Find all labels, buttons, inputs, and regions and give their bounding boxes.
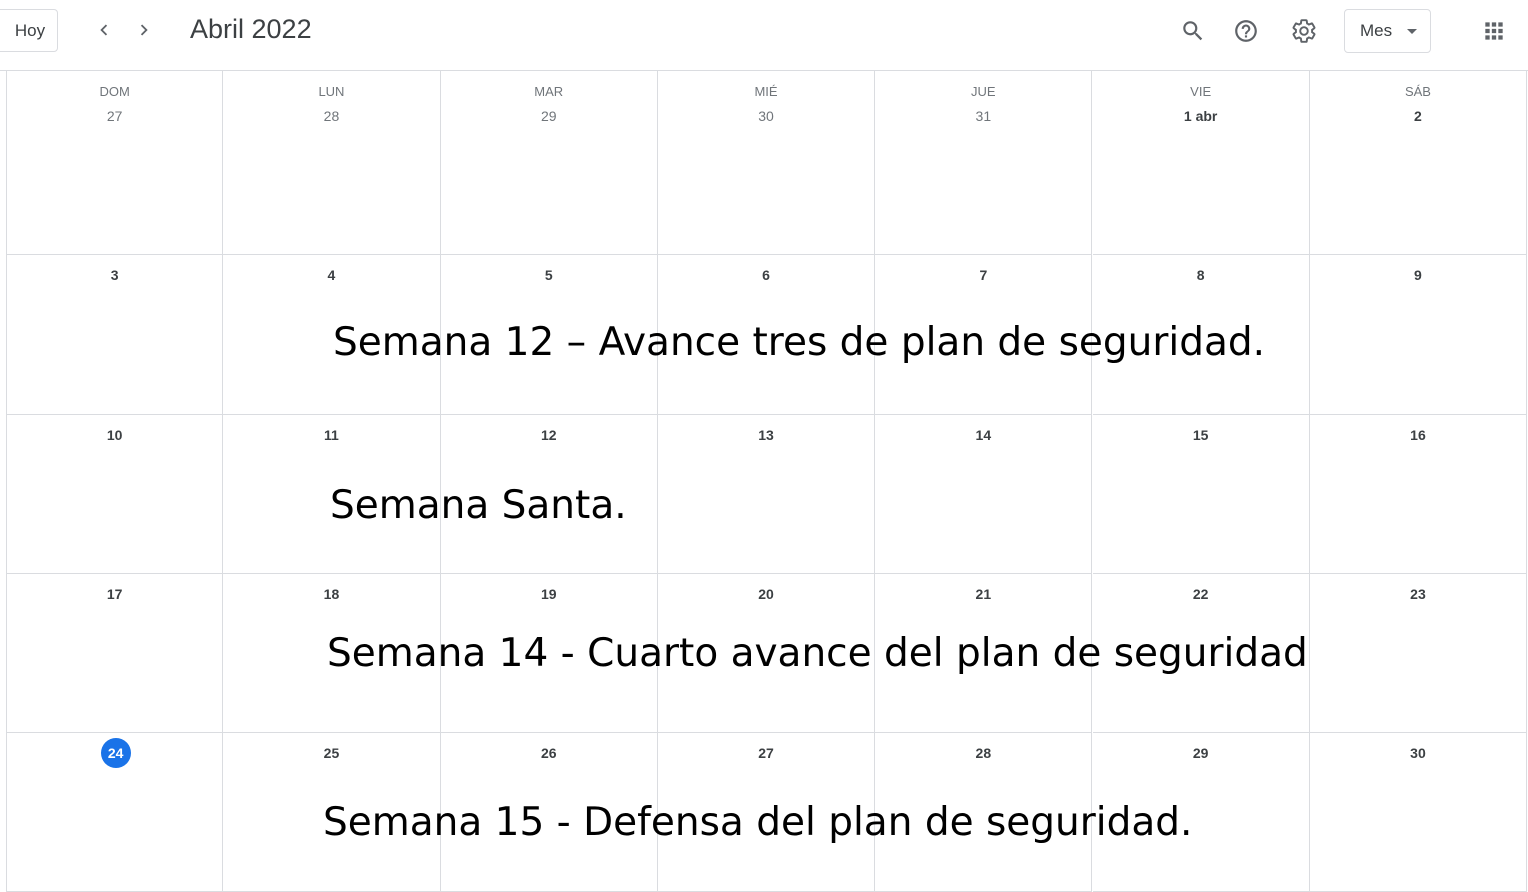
day-cell[interactable]: MAR 29 xyxy=(440,71,658,255)
day-cell[interactable]: LUN 28 xyxy=(223,71,441,255)
day-cell[interactable]: 16 xyxy=(1309,415,1528,574)
weekday-header: SÁB xyxy=(1404,84,1431,99)
day-cell[interactable]: SÁB 2 xyxy=(1309,71,1528,255)
day-number[interactable]: 7 xyxy=(875,267,1091,283)
day-number[interactable]: 31 xyxy=(875,108,1091,124)
day-number[interactable]: 4 xyxy=(223,267,439,283)
day-cell[interactable]: 15 xyxy=(1092,415,1310,574)
day-number[interactable]: 25 xyxy=(223,745,439,761)
day-cell[interactable]: 17 xyxy=(6,574,224,733)
weekday-header: LUN xyxy=(318,84,345,99)
day-cell[interactable]: 14 xyxy=(875,415,1093,574)
day-number[interactable]: 10 xyxy=(7,427,222,443)
view-selector-label: Mes xyxy=(1360,21,1393,40)
day-number[interactable]: 1 abr xyxy=(1093,108,1309,124)
day-number[interactable]: 30 xyxy=(1310,745,1526,761)
day-number[interactable]: 19 xyxy=(441,586,657,602)
day-number[interactable]: 30 xyxy=(658,108,874,124)
month-title: Abril 2022 xyxy=(190,14,312,44)
day-cell[interactable]: DOM 27 xyxy=(6,71,224,255)
day-number[interactable]: 14 xyxy=(875,427,1091,443)
day-number[interactable]: 16 xyxy=(1310,427,1526,443)
day-number[interactable]: 29 xyxy=(1093,745,1309,761)
apps-grid-icon xyxy=(1485,22,1503,40)
top-toolbar: Hoy Abril 2022 Mes xyxy=(0,0,1528,71)
day-cell[interactable]: JUE 31 xyxy=(875,71,1093,255)
day-number[interactable]: 22 xyxy=(1093,586,1309,602)
settings-button[interactable] xyxy=(1285,12,1323,50)
day-cell[interactable]: 3 xyxy=(6,255,224,415)
search-icon xyxy=(1183,21,1203,41)
event-note-week-14: Semana 14 - Cuarto avance del plan de se… xyxy=(327,631,1308,676)
today-button[interactable]: Hoy xyxy=(0,9,58,52)
day-number[interactable]: 28 xyxy=(223,108,439,124)
weekday-header: JUE xyxy=(971,84,996,99)
day-number[interactable]: 27 xyxy=(658,745,874,761)
day-cell[interactable]: VIE 1 abr xyxy=(1092,71,1310,255)
event-note-semana-santa: Semana Santa. xyxy=(330,483,627,528)
weekday-header: MAR xyxy=(534,84,564,99)
day-number[interactable]: 2 xyxy=(1310,108,1526,124)
help-icon xyxy=(1235,20,1257,42)
search-button[interactable] xyxy=(1174,12,1212,50)
day-number[interactable]: 23 xyxy=(1310,586,1526,602)
event-note-week-15: Semana 15 - Defensa del plan de segurida… xyxy=(323,800,1193,845)
day-number[interactable]: 29 xyxy=(441,108,657,124)
day-number[interactable]: 18 xyxy=(223,586,439,602)
day-number[interactable]: 27 xyxy=(7,108,222,124)
month-grid: DOM 27 LUN 28 MAR 29 MIÉ 30 JUE 31 VIE 1 abr SÁB 2 3 4 5… xyxy=(6,71,1528,892)
day-number[interactable]: 17 xyxy=(7,586,222,602)
day-number[interactable]: 9 xyxy=(1310,267,1526,283)
view-selector[interactable]: Mes xyxy=(1344,9,1431,53)
help-button[interactable] xyxy=(1227,12,1265,50)
day-number[interactable]: 28 xyxy=(875,745,1091,761)
day-number[interactable]: 13 xyxy=(658,427,874,443)
next-month-button[interactable] xyxy=(126,12,162,48)
weekday-header: MIÉ xyxy=(754,84,778,99)
prev-month-button[interactable] xyxy=(86,12,122,48)
day-number[interactable]: 11 xyxy=(223,427,439,443)
day-number[interactable]: 26 xyxy=(441,745,657,761)
day-cell[interactable]: MIÉ 30 xyxy=(657,71,876,255)
today-date-badge[interactable]: 24 xyxy=(100,738,131,768)
weekday-header: DOM xyxy=(99,84,130,99)
chevron-right-icon xyxy=(140,24,148,36)
weekday-header: VIE xyxy=(1190,84,1212,99)
day-cell[interactable]: 9 xyxy=(1309,255,1528,415)
day-cell[interactable]: 24 xyxy=(6,733,224,892)
day-number[interactable]: 5 xyxy=(441,267,657,283)
day-number[interactable]: 3 xyxy=(7,267,222,283)
day-number[interactable]: 21 xyxy=(875,586,1091,602)
apps-button[interactable] xyxy=(1475,12,1513,50)
day-cell[interactable]: 10 xyxy=(6,415,224,574)
day-cell[interactable]: 13 xyxy=(657,415,876,574)
day-number[interactable]: 8 xyxy=(1093,267,1309,283)
gear-icon xyxy=(1292,19,1316,43)
day-cell[interactable]: 30 xyxy=(1309,733,1528,892)
day-number[interactable]: 12 xyxy=(441,427,657,443)
day-number[interactable]: 20 xyxy=(658,586,874,602)
day-number[interactable]: 15 xyxy=(1093,427,1309,443)
chevron-left-icon xyxy=(100,24,108,36)
day-cell[interactable]: 23 xyxy=(1309,574,1528,733)
dropdown-caret-icon xyxy=(1407,29,1417,34)
event-note-week-12: Semana 12 – Avance tres de plan de segur… xyxy=(333,320,1266,365)
day-number[interactable]: 6 xyxy=(658,267,874,283)
